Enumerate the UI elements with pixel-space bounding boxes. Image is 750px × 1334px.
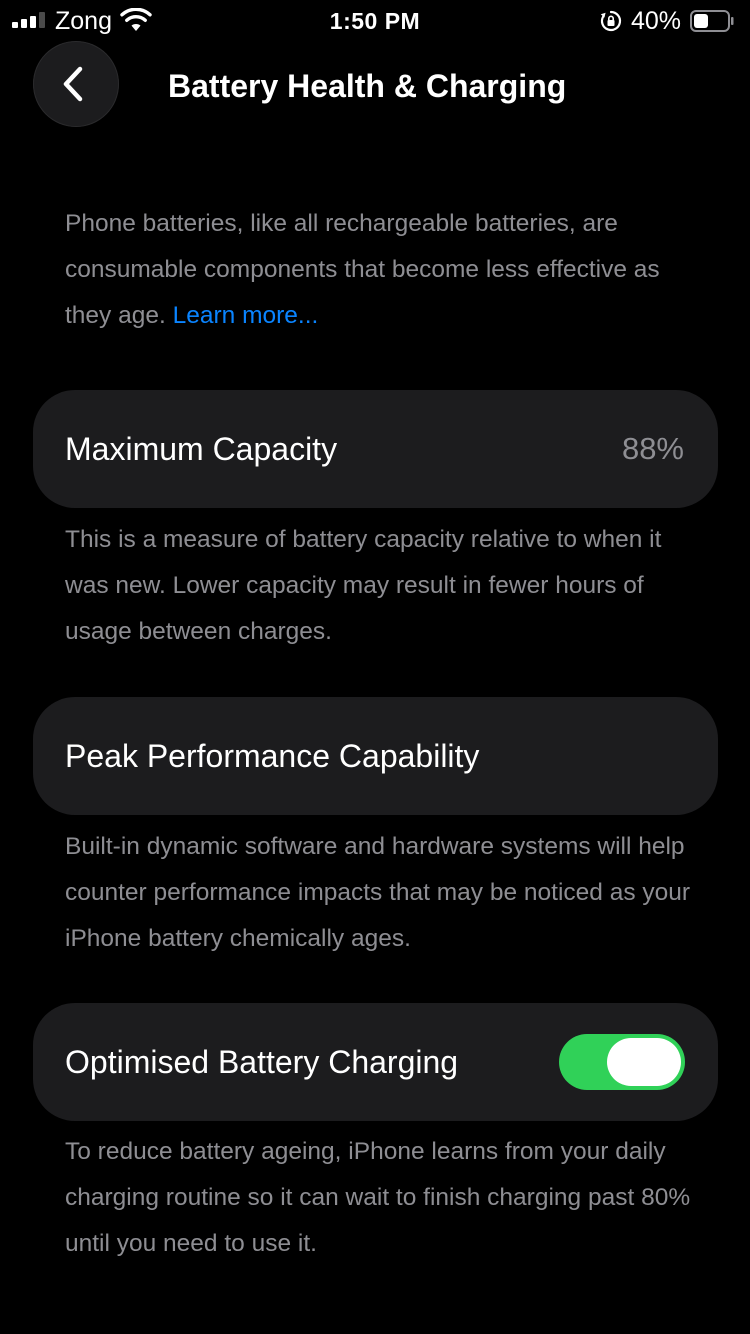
toggle-knob [607, 1038, 681, 1086]
maximum-capacity-label: Maximum Capacity [65, 431, 338, 467]
maximum-capacity-value: 88% [621, 431, 684, 466]
optimised-charging-row: Optimised Battery Charging [33, 1003, 718, 1121]
peak-performance-label: Peak Performance Capability [65, 738, 480, 774]
peak-performance-footer: Built-in dynamic software and hardware s… [65, 833, 691, 952]
chevron-left-icon [63, 66, 83, 102]
intro-description: Phone batteries, like all rechargeable b… [65, 210, 660, 329]
orientation-lock-icon [600, 10, 622, 32]
back-button[interactable] [33, 41, 119, 127]
intro-text: Phone batteries, like all rechargeable b… [65, 201, 705, 339]
status-bar: Zong 1:50 PM 40% [0, 0, 750, 42]
optimised-charging-label: Optimised Battery Charging [65, 1044, 459, 1080]
battery-icon [690, 10, 734, 32]
peak-performance-row: Peak Performance Capability [33, 697, 718, 815]
learn-more-link[interactable]: Learn more... [173, 302, 319, 329]
page-title: Battery Health & Charging [168, 68, 567, 104]
optimised-charging-toggle[interactable] [559, 1034, 685, 1090]
maximum-capacity-row: Maximum Capacity 88% [33, 390, 718, 508]
battery-percentage: 40% [631, 7, 682, 35]
maximum-capacity-footer: This is a measure of battery capacity re… [65, 526, 662, 645]
optimised-charging-footer: To reduce battery ageing, iPhone learns … [65, 1138, 691, 1257]
